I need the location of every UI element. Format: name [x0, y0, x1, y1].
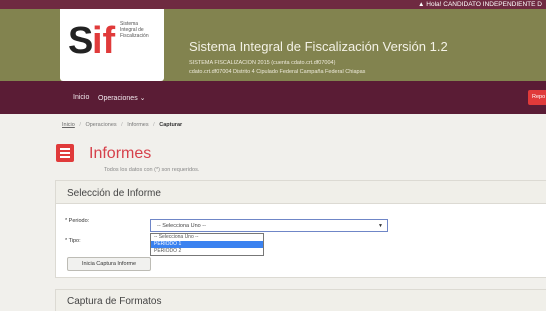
list-icon: [56, 144, 74, 162]
system-subtitle-2: cdato.crt.df07004 Distrito 4 Cipulado Fe…: [189, 69, 366, 75]
selection-panel-title: Selección de Informe: [67, 188, 161, 199]
breadcrumb-informes: Informes: [127, 122, 149, 128]
chevron-down-icon: ▼: [378, 223, 383, 229]
tipo-label: * Tipo:: [65, 238, 81, 244]
breadcrumb-separator: /: [79, 122, 81, 128]
periodo-label: * Periodo:: [65, 218, 90, 224]
breadcrumb-separator: /: [153, 122, 155, 128]
breadcrumb: Inicio / Operaciones / Informes / Captur…: [62, 122, 182, 128]
capture-panel-title: Captura de Formatos: [67, 296, 162, 307]
start-capture-button[interactable]: Inicia Captura Informe: [67, 257, 151, 271]
periodo-select[interactable]: -- Selecciona Uno -- ▼: [150, 219, 388, 232]
sif-logo-icon: S if: [68, 20, 116, 59]
user-icon: ▲: [418, 1, 425, 8]
selection-panel-header: Selección de Informe: [56, 181, 546, 204]
svg-text:if: if: [92, 20, 116, 59]
dropdown-option-selected[interactable]: PERIODO 1: [151, 241, 263, 248]
periodo-dropdown-list: -- Selecciona Uno -- PERIODO 1 PERIODO 2: [150, 233, 264, 256]
system-subtitle-1: SISTEMA FISCALIZACION 2015 (cuenta cdato…: [189, 60, 336, 66]
breadcrumb-operations: Operaciones: [85, 122, 117, 128]
page-title: Informes: [89, 145, 152, 162]
selection-panel: Selección de Informe * Periodo: * Tipo: …: [55, 180, 546, 278]
svg-text:S: S: [68, 20, 93, 59]
required-note: Todos los datos con (*) son requeridos.: [104, 167, 200, 173]
top-strip: ▲ Hola! CANDIDATO INDEPENDIENTE D: [0, 0, 546, 9]
dropdown-option[interactable]: -- Selecciona Uno --: [151, 234, 263, 241]
system-title: Sistema Integral de Fiscalización Versió…: [189, 39, 448, 54]
user-greeting[interactable]: ▲ Hola! CANDIDATO INDEPENDIENTE D: [418, 0, 542, 9]
dropdown-option[interactable]: PERIODO 2: [151, 248, 263, 255]
header-band: S if Sistema Integral de Fiscalización S…: [0, 9, 546, 81]
breadcrumb-current: Capturar: [159, 122, 183, 128]
capture-panel: Captura de Formatos: [55, 289, 546, 311]
periodo-select-value: -- Selecciona Uno --: [157, 223, 206, 229]
nav-operations[interactable]: Operaciones ⌄: [98, 94, 146, 102]
nav-bar: Inicio Operaciones ⌄ Repo: [0, 81, 546, 114]
logo-text: Sistema Integral de Fiscalización: [120, 21, 149, 39]
breadcrumb-home[interactable]: Inicio: [62, 122, 75, 128]
nav-home[interactable]: Inicio: [73, 94, 89, 101]
logo: S if Sistema Integral de Fiscalización: [60, 9, 164, 81]
breadcrumb-separator: /: [121, 122, 123, 128]
reports-button[interactable]: Repo: [528, 90, 546, 105]
